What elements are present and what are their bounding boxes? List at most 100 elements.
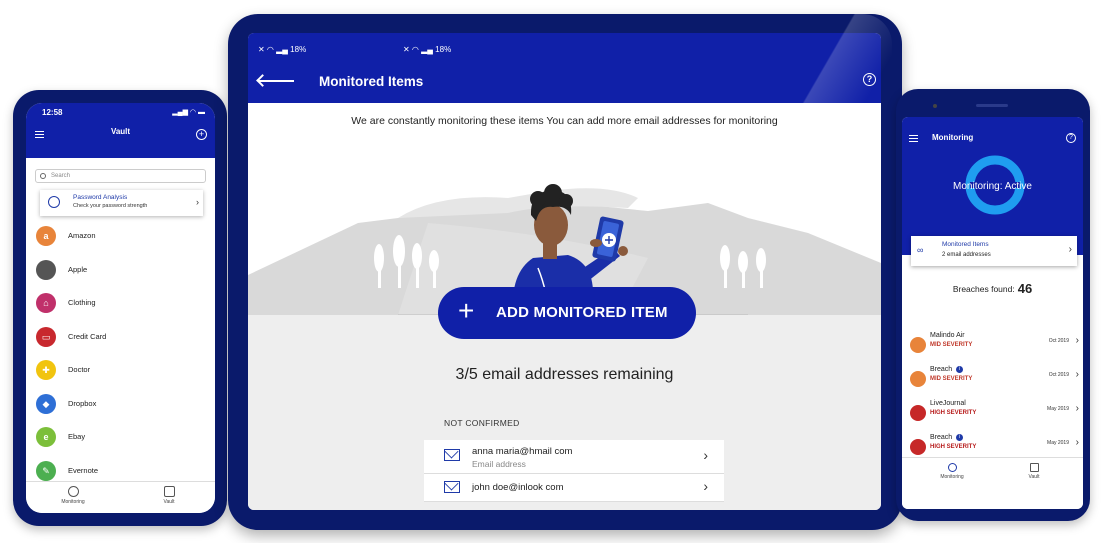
breaches-count: 46 [1017, 281, 1033, 296]
left-phone: 12:58 ▂▄▆ ◠ ▬ Vault + Search Password An… [13, 90, 227, 526]
analysis-subtitle: Check your password strength [73, 203, 148, 209]
right-phone-screen: Monitoring ? Monitoring: Active ∞ Monito… [902, 117, 1083, 509]
vault-item[interactable]: ✚ Doctor [26, 355, 215, 389]
tablet: ✕ ◠ ▂▄ 18% ✕ ◠ ▂▄ 18% Monitored Items ? … [228, 14, 902, 530]
vault-icon [163, 486, 175, 497]
vault-item[interactable]: ▭ Credit Card [26, 322, 215, 356]
left-phone-screen: 12:58 ▂▄▆ ◠ ▬ Vault + Search Password An… [26, 103, 215, 513]
plus-icon: + [458, 295, 475, 326]
chevron-right-icon: › [1075, 437, 1079, 448]
info-icon[interactable]: i [956, 366, 964, 373]
vault-item[interactable]: e Ebay [26, 422, 215, 456]
password-analysis-card[interactable]: Password Analysis Check your password st… [40, 190, 203, 216]
breach-date: May 2019 [1047, 440, 1069, 446]
vault-item[interactable]: a Amazon [26, 221, 215, 255]
item-logo-icon: ✚ [36, 360, 56, 380]
chevron-right-icon: › [703, 478, 708, 494]
status-icons: ▂▄▆ ◠ ▬ [172, 109, 205, 116]
breach-date: Oct 2019 [1048, 338, 1069, 344]
tab-monitoring[interactable]: Monitoring [48, 486, 98, 505]
severity-dot [910, 371, 926, 387]
severity-label: MID SEVERITY [930, 376, 973, 382]
intro-text: We are constantly monitoring these items… [351, 115, 778, 127]
card-title: Monitored Items [942, 241, 989, 248]
clock-icon [48, 196, 60, 208]
email-value: john doe@inlook com [472, 482, 564, 493]
section-label: NOT CONFIRMED [444, 418, 520, 428]
item-logo-icon: ▭ [36, 326, 56, 347]
item-logo-icon: a [36, 226, 56, 246]
tab-monitoring[interactable]: Monitoring [927, 463, 977, 480]
speaker [976, 104, 1008, 107]
breach-name: Malindo Air [930, 332, 965, 339]
help-icon[interactable]: ? [863, 73, 876, 86]
breach-date: Oct 2019 [1048, 372, 1069, 378]
envelope-icon [444, 481, 460, 493]
item-label: Clothing [68, 298, 96, 307]
item-label: Amazon [68, 231, 96, 240]
monitoring-icon [947, 463, 957, 472]
right-phone: Monitoring ? Monitoring: Active ∞ Monito… [896, 89, 1090, 521]
severity-label: HIGH SEVERITY [930, 410, 977, 416]
page-title: Monitored Items [319, 74, 424, 89]
tab-bar: Monitoring Vault [26, 481, 215, 513]
breach-date: May 2019 [1047, 406, 1069, 412]
tab-vault[interactable]: Vault [1009, 463, 1059, 480]
chevron-right-icon: › [1075, 369, 1079, 380]
add-monitored-item-button[interactable]: + ADD MONITORED ITEM [438, 287, 696, 339]
illustration-area: We are constantly monitoring these items… [248, 103, 881, 315]
chevron-right-icon: › [703, 447, 708, 463]
item-logo-icon: ✎ [36, 460, 56, 481]
analysis-title: Password Analysis [73, 194, 128, 201]
tab-label: Vault [1028, 474, 1040, 480]
monitored-items-header: ✕ ◠ ▂▄ 18% ✕ ◠ ▂▄ 18% Monitored Items ? [248, 33, 881, 103]
info-icon[interactable]: i [956, 434, 964, 441]
status-time: 12:58 [42, 108, 63, 117]
chevron-right-icon: › [1068, 244, 1072, 255]
breach-name: LiveJournal [930, 400, 966, 407]
chevron-right-icon: › [1075, 403, 1079, 414]
back-arrow-icon[interactable] [256, 76, 294, 86]
item-logo-icon: ◆ [36, 393, 56, 414]
search-icon [40, 173, 46, 179]
breach-name: Breach i [930, 434, 964, 441]
breach-row[interactable]: Malindo Air MID SEVERITY Oct 2019 › [902, 329, 1083, 363]
status-bar-left: ✕ ◠ ▂▄ 18% [258, 45, 307, 54]
tab-bar: Monitoring Vault [902, 457, 1083, 509]
search-input[interactable]: Search [35, 169, 206, 183]
item-logo-icon: ⌂ [36, 293, 56, 313]
vault-header: 12:58 ▂▄▆ ◠ ▬ Vault + [26, 103, 215, 158]
severity-dot [910, 405, 926, 421]
add-icon[interactable]: + [196, 129, 207, 140]
severity-label: MID SEVERITY [930, 342, 973, 348]
status-bar-mid: ✕ ◠ ▂▄ 18% [403, 45, 452, 54]
breach-row[interactable]: Breach i MID SEVERITY Oct 2019 › [902, 363, 1083, 397]
email-value: anna maria@hmail com [472, 446, 573, 457]
vault-icon [1029, 463, 1039, 472]
chevron-right-icon: › [196, 197, 199, 207]
email-row[interactable]: anna maria@hmail com Email address › [424, 440, 724, 474]
severity-dot [910, 439, 926, 455]
remaining-count: 3/5 email addresses remaining [455, 366, 674, 383]
device-showcase: 12:58 ▂▄▆ ◠ ▬ Vault + Search Password An… [0, 0, 1103, 543]
monitored-items-card[interactable]: ∞ Monitored Items 2 email addresses › [911, 236, 1077, 266]
monitoring-icon [67, 486, 79, 497]
item-label: Evernote [68, 465, 99, 475]
email-row[interactable]: john doe@inlook com › [424, 474, 724, 502]
vault-item[interactable]: ⌂ Clothing [26, 288, 215, 322]
tab-vault[interactable]: Vault [144, 486, 194, 505]
chevron-right-icon: › [1075, 335, 1079, 346]
item-label: Credit Card [68, 331, 107, 341]
vault-list: a Amazon Apple ⌂ Clothing ▭ Credit Card ✚ Doctor… [26, 221, 215, 489]
add-button-label: ADD MONITORED ITEM [496, 304, 668, 321]
breaches-found: Breaches found: 46 [952, 281, 1033, 296]
severity-dot [910, 337, 926, 353]
vault-item[interactable]: Apple [26, 255, 215, 289]
severity-label: HIGH SEVERITY [930, 444, 977, 450]
camera [933, 104, 937, 108]
tab-label: Monitoring [940, 474, 964, 480]
item-logo-icon: e [36, 427, 56, 447]
breach-row[interactable]: LiveJournal HIGH SEVERITY May 2019 › [902, 397, 1083, 431]
item-logo-icon [36, 259, 56, 280]
vault-item[interactable]: ◆ Dropbox [26, 389, 215, 423]
